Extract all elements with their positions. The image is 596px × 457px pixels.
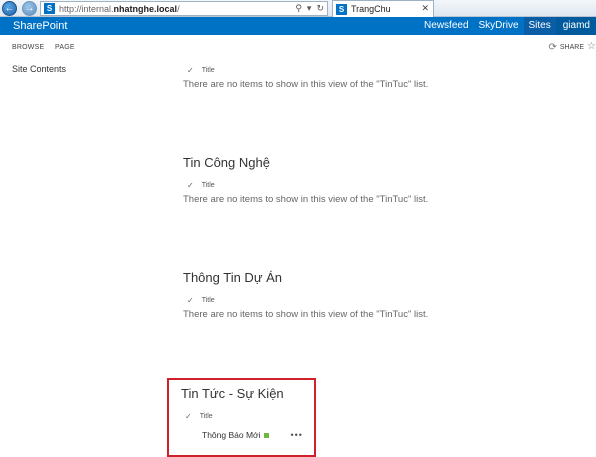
tab-title: TrangChu [351, 4, 391, 14]
webpart-thong-tin-du-an: Thông Tin Dự Án ✓ Title There are no ite… [183, 270, 513, 320]
list-item[interactable]: Thông Báo Mới ••• [181, 430, 311, 440]
share-button[interactable]: ⟳ SHARE [548, 42, 584, 53]
browser-tab[interactable]: S TrangChu ✕ [332, 0, 434, 17]
suite-link-skydrive[interactable]: SkyDrive [474, 17, 524, 35]
address-bar[interactable]: S http://internal.nhatnghe.local/ ⚲ ▾ ↻ [40, 1, 328, 16]
column-header[interactable]: ✓ Title [183, 179, 513, 191]
webpart-tin-tuc-su-kien: Tin Tức - Sự Kiện ✓ Title Thông Báo Mới … [181, 386, 311, 440]
forward-button[interactable]: → [22, 1, 37, 16]
column-header[interactable]: ✓ Title [183, 64, 513, 76]
webpart-title[interactable]: Tin Công Nghệ [183, 155, 513, 173]
empty-list-message: There are no items to show in this view … [183, 309, 429, 320]
new-badge-icon [263, 432, 269, 438]
webpart-tintuc-1: ✓ Title There are no items to show in th… [183, 64, 513, 91]
column-title-label: Title [201, 181, 215, 189]
share-label: SHARE [559, 44, 584, 51]
suite-link-newsfeed[interactable]: Newsfeed [419, 17, 473, 35]
checkmark-icon[interactable]: ✓ [187, 181, 194, 190]
tab-page[interactable]: PAGE [55, 44, 75, 51]
sharepoint-brand[interactable]: SharePoint [13, 20, 67, 32]
empty-list-message: There are no items to show in this view … [183, 194, 429, 205]
webpart-title[interactable]: Tin Tức - Sự Kiện [181, 386, 311, 404]
checkmark-icon[interactable]: ✓ [187, 296, 194, 305]
browser-toolbar: ← → S http://internal.nhatnghe.local/ ⚲ … [0, 0, 596, 17]
column-header[interactable]: ✓ Title [181, 410, 311, 422]
webpart-tin-cong-nghe: Tin Công Nghệ ✓ Title There are no items… [183, 155, 513, 205]
column-title-label: Title [201, 296, 215, 304]
column-title-label: Title [199, 412, 213, 420]
ribbon-bar: BROWSE PAGE ⟳ SHARE ☆ [0, 35, 596, 60]
follow-star-icon[interactable]: ☆ [587, 41, 596, 52]
checkmark-icon[interactable]: ✓ [185, 412, 192, 421]
column-title-label: Title [201, 66, 215, 74]
search-icon[interactable]: ⚲ [295, 3, 302, 14]
sharepoint-favicon-icon: S [44, 3, 55, 14]
user-menu[interactable]: giamd [555, 17, 596, 35]
empty-list-message: There are no items to show in this view … [183, 79, 429, 90]
refresh-icon[interactable]: ↻ [316, 3, 324, 14]
back-button[interactable]: ← [2, 1, 17, 16]
url-text: http://internal.nhatnghe.local/ [59, 3, 180, 14]
sharepoint-favicon-icon: S [336, 3, 347, 15]
close-tab-icon[interactable]: ✕ [421, 3, 429, 14]
item-menu-button[interactable]: ••• [291, 430, 303, 440]
forward-arrow-icon: → [24, 3, 35, 14]
column-header[interactable]: ✓ Title [183, 294, 513, 306]
webpart-title[interactable]: Thông Tin Dự Án [183, 270, 513, 288]
tab-browse[interactable]: BROWSE [12, 44, 44, 51]
quick-launch: Site Contents [12, 64, 66, 74]
dropdown-icon[interactable]: ▾ [307, 3, 312, 14]
list-item-title[interactable]: Thông Báo Mới [202, 430, 261, 440]
nav-site-contents[interactable]: Site Contents [12, 64, 66, 74]
share-icon: ⟳ [548, 42, 557, 53]
suite-bar: SharePoint Newsfeed SkyDrive Sites giamd [0, 17, 596, 35]
back-arrow-icon: ← [4, 3, 15, 14]
suite-link-sites[interactable]: Sites [523, 17, 556, 35]
checkmark-icon[interactable]: ✓ [187, 66, 194, 75]
